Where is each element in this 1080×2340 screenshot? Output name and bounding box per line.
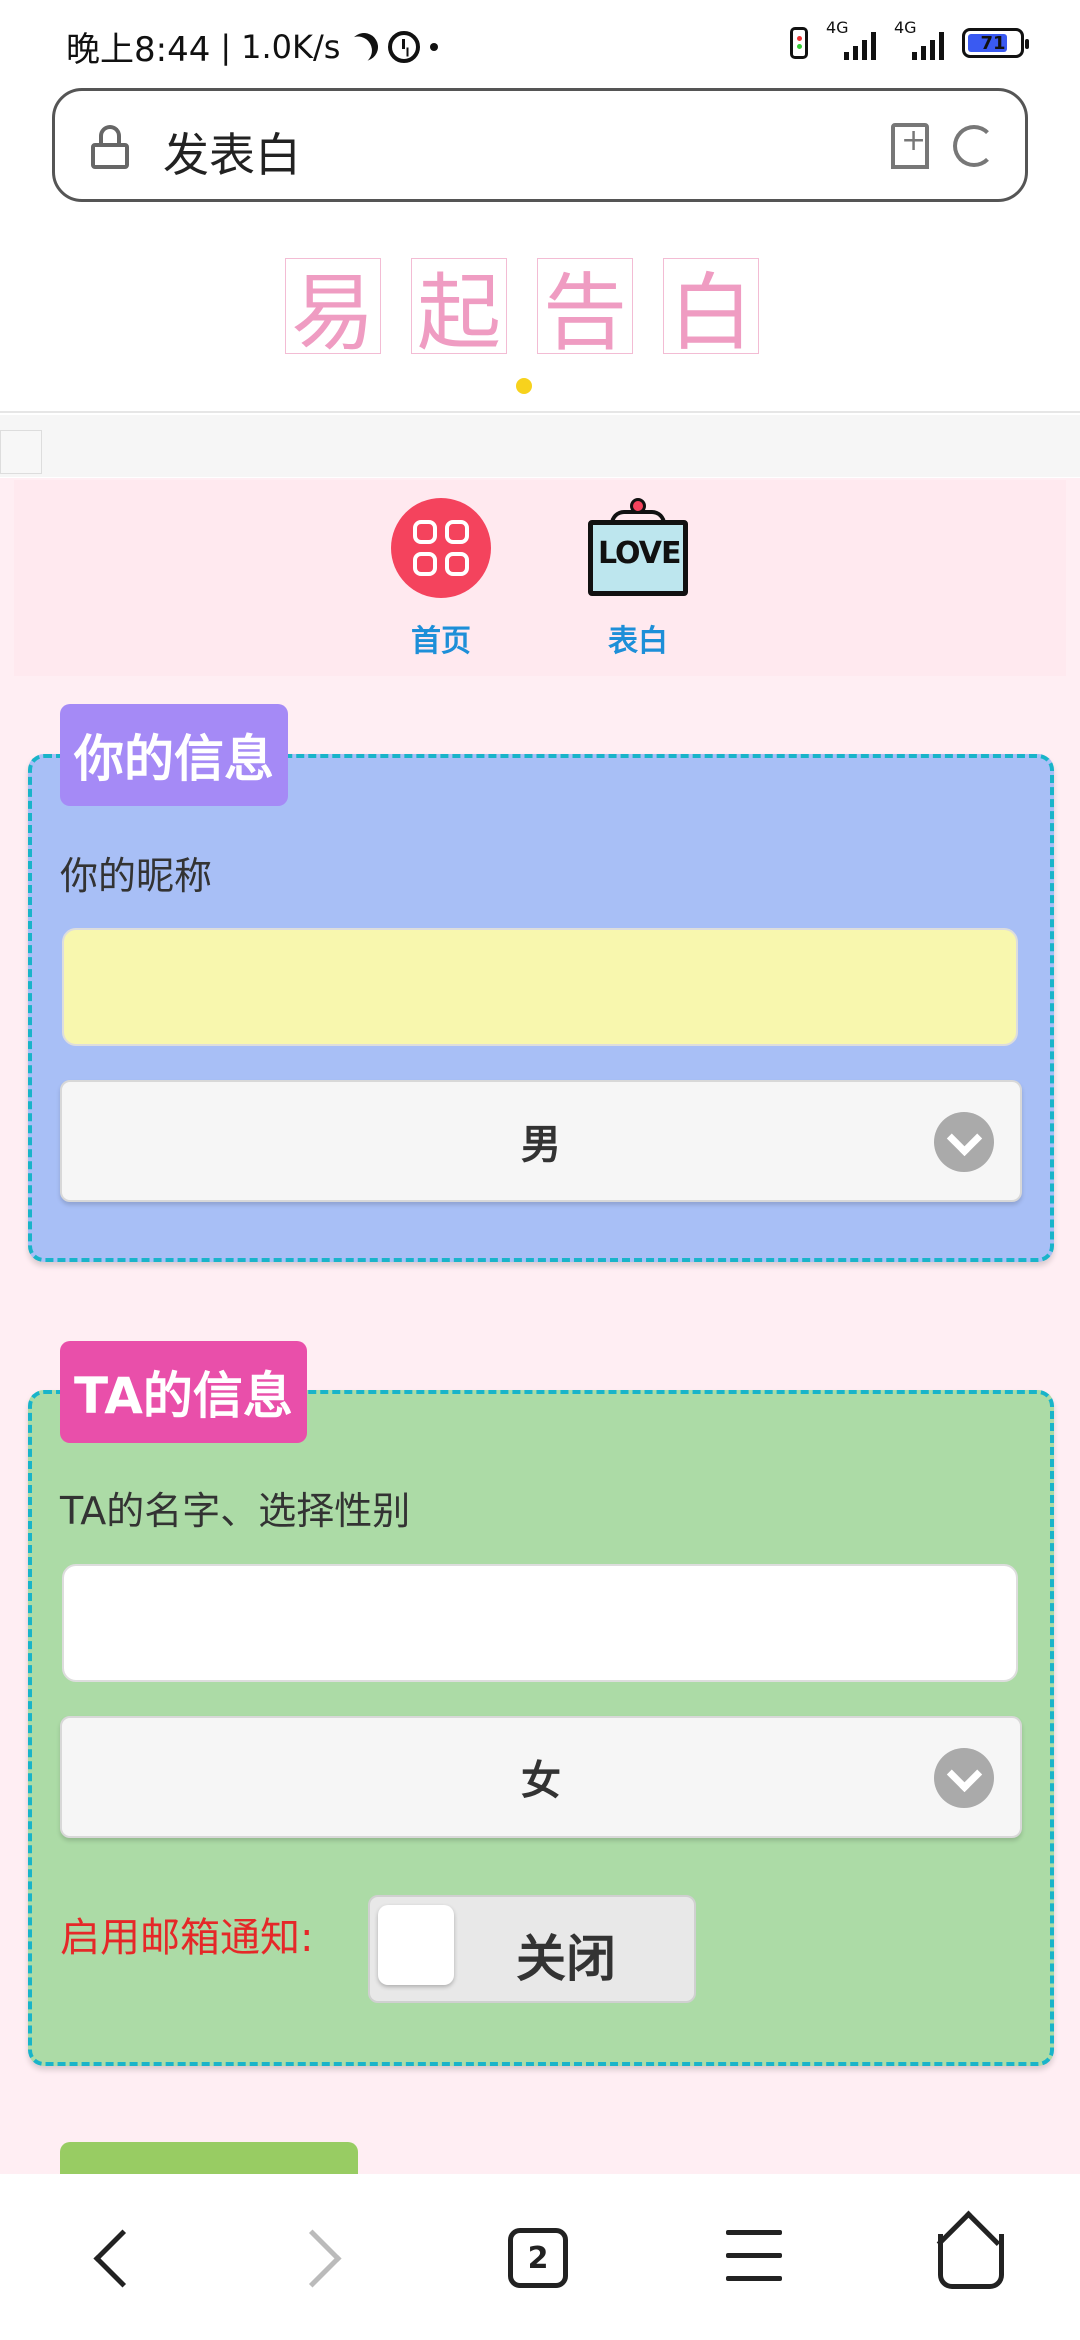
logo-char-4: 白 xyxy=(663,258,759,362)
moon-icon xyxy=(345,27,383,65)
site-header: 易 起 告 白 xyxy=(0,228,1080,413)
lock-icon[interactable] xyxy=(91,125,129,169)
email-notify-toggle[interactable]: 关闭 xyxy=(368,1895,696,2003)
ta-name-label: TA的名字、选择性别 xyxy=(60,1489,411,1533)
chevron-down-icon xyxy=(934,1748,994,1808)
nav-confess-label: 表白 xyxy=(608,624,668,659)
your-info-tag: 你的信息 xyxy=(60,704,288,806)
signal-label-2: 4G xyxy=(894,18,917,37)
phone-status-icon xyxy=(790,27,808,59)
status-left: 晚上8:44 | 1.0K/s xyxy=(66,22,439,71)
nav-home-label: 首页 xyxy=(411,624,471,659)
toggle-state-text: 关闭 xyxy=(516,1930,616,1988)
ta-gender-select[interactable]: 女 xyxy=(60,1716,1022,1838)
page-title[interactable]: 发表白 xyxy=(163,119,301,185)
love-sign-icon: LOVE xyxy=(588,498,688,598)
forward-icon[interactable] xyxy=(288,2224,358,2294)
notification-dot-icon xyxy=(430,42,439,51)
signal-icon-2: 4G xyxy=(894,18,944,60)
url-bar[interactable]: 发表白 xyxy=(52,88,1028,202)
reload-icon[interactable] xyxy=(953,125,995,167)
grid-icon xyxy=(391,498,491,598)
menu-icon[interactable] xyxy=(726,2230,782,2284)
browser-bottom-nav: 2 xyxy=(0,2174,1080,2340)
ta-info-tag: TA的信息 xyxy=(60,1341,307,1443)
nav-confess[interactable]: LOVE 表白 xyxy=(568,498,708,660)
add-bookmark-icon[interactable] xyxy=(891,123,929,169)
status-right: 4G 4G 71 xyxy=(790,18,1029,60)
battery-level: 71 xyxy=(980,32,1006,54)
alarm-icon xyxy=(388,30,421,63)
tabs-icon[interactable]: 2 xyxy=(508,2228,568,2288)
love-sign-text: LOVE xyxy=(598,536,681,571)
logo-dot xyxy=(516,378,532,394)
signal-label-1: 4G xyxy=(826,18,849,37)
logo-char-1: 易 xyxy=(285,258,381,362)
home-icon[interactable] xyxy=(938,2214,1004,2292)
logo-char-2: 起 xyxy=(411,258,507,362)
battery-icon: 71 xyxy=(962,28,1029,58)
your-gender-value: 男 xyxy=(521,1122,561,1168)
your-gender-select[interactable]: 男 xyxy=(60,1080,1022,1202)
status-time: 晚上8:44 xyxy=(66,30,211,70)
ta-gender-value: 女 xyxy=(521,1758,561,1804)
side-tab[interactable] xyxy=(0,430,42,474)
status-bar: 晚上8:44 | 1.0K/s 4G 4G 71 xyxy=(0,0,1080,90)
status-separator: | xyxy=(220,27,232,66)
ta-name-input[interactable] xyxy=(62,1564,1018,1682)
signal-icon-1: 4G xyxy=(826,18,876,60)
logo-char-3: 告 xyxy=(537,258,633,362)
gray-band xyxy=(0,415,1080,477)
nav-home[interactable]: 首页 xyxy=(371,498,511,660)
site-logo[interactable]: 易 起 告 白 xyxy=(285,258,759,362)
nickname-input[interactable] xyxy=(62,928,1018,1046)
status-net-speed: 1.0K/s xyxy=(241,27,341,66)
email-notify-label: 启用邮箱通知: xyxy=(60,1915,314,1961)
nickname-label: 你的昵称 xyxy=(60,854,213,898)
toggle-knob[interactable] xyxy=(378,1905,454,1985)
nav-panel xyxy=(14,480,1066,676)
back-icon[interactable] xyxy=(72,2224,142,2294)
chevron-down-icon xyxy=(934,1112,994,1172)
